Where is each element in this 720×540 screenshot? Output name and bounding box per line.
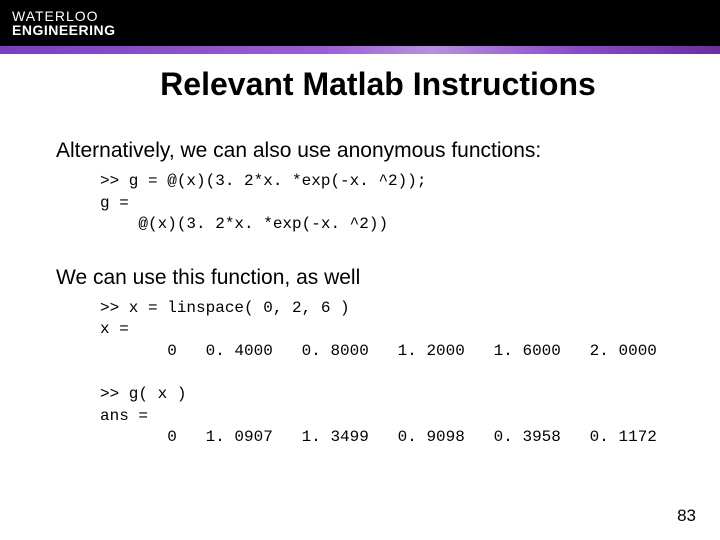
accent-bar bbox=[0, 46, 720, 54]
section-1: Alternatively, we can also use anonymous… bbox=[56, 139, 680, 236]
section-1-code: >> g = @(x)(3. 2*x. *exp(-x. ^2)); g = @… bbox=[100, 171, 680, 236]
header-band: WATERLOO ENGINEERING bbox=[0, 0, 720, 46]
logo-line-2: ENGINEERING bbox=[12, 23, 116, 37]
section-2: We can use this function, as well >> x =… bbox=[56, 266, 680, 449]
page-title: Relevant Matlab Instructions bbox=[76, 66, 680, 103]
section-2-intro: We can use this function, as well bbox=[56, 266, 680, 290]
page-number: 83 bbox=[677, 506, 696, 526]
logo-line-1: WATERLOO bbox=[12, 9, 116, 23]
section-1-intro: Alternatively, we can also use anonymous… bbox=[56, 139, 680, 163]
content-area: Relevant Matlab Instructions Alternative… bbox=[0, 54, 720, 449]
logo: WATERLOO ENGINEERING bbox=[0, 9, 116, 37]
section-2-code: >> x = linspace( 0, 2, 6 ) x = 0 0. 4000… bbox=[100, 298, 680, 449]
